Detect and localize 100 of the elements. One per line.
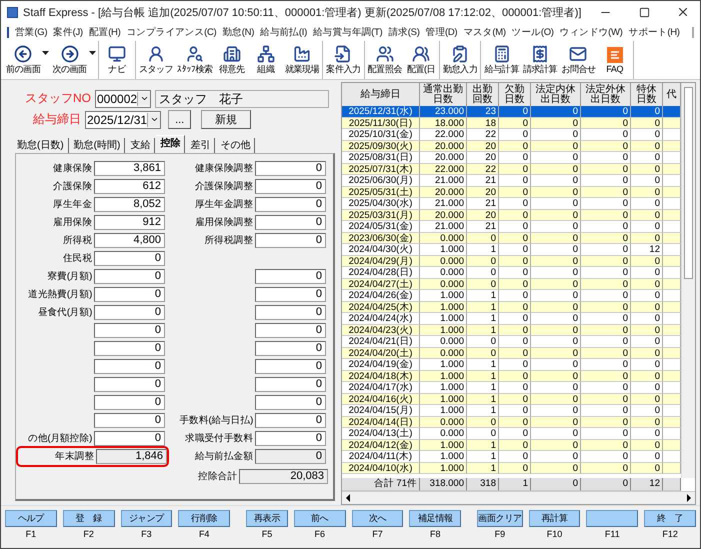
menu-item[interactable]: 営業(G) [15, 26, 48, 38]
new-button[interactable]: 新規 [201, 110, 252, 129]
amount-field[interactable]: 0 [94, 340, 165, 356]
menu-item[interactable]: 案件(J) [53, 26, 83, 38]
function-key-button[interactable]: 終 了 [644, 510, 696, 527]
pay-date-dropdown[interactable]: 2025/12/31 [85, 110, 162, 128]
menu-item[interactable]: 管理(D) [426, 26, 458, 38]
toolbar-button[interactable]: 次の画面 [50, 41, 97, 79]
horizontal-scrollbar[interactable] [342, 491, 695, 504]
amount-field[interactable]: 0 [94, 358, 165, 374]
browse-button[interactable]: ... [168, 110, 192, 129]
toolbar-button[interactable]: お問合せ [559, 41, 598, 79]
function-key-button[interactable]: 前へ [294, 510, 346, 527]
caret-icon[interactable] [42, 51, 50, 55]
column-header[interactable]: 特休 日数 [631, 83, 663, 107]
amount-field[interactable]: 0 [94, 268, 165, 284]
amount-field[interactable]: 0 [255, 412, 326, 428]
amount-field[interactable]: 0 [255, 322, 326, 338]
toolbar-button[interactable]: 配置照会 [366, 41, 404, 79]
toolbar-button[interactable]: 就業現場 [282, 41, 322, 79]
chevron-down-icon[interactable] [150, 115, 159, 124]
toolbar-button[interactable]: FAQ [598, 41, 632, 79]
amount-field[interactable]: 0 [255, 178, 326, 194]
toolbar-button[interactable]: 勤怠入力 [441, 41, 480, 79]
menu-item[interactable]: 配置(H) [88, 26, 120, 38]
toolbar-button[interactable]: 前の画面 [4, 41, 50, 79]
table-cell: 0 [581, 451, 631, 462]
amount-field[interactable]: 0 [94, 412, 165, 428]
menu-item[interactable]: マスタ(M) [463, 26, 506, 38]
toolbar-button[interactable]: スタッフ [136, 41, 176, 79]
column-header[interactable]: 通常出勤 日数 [420, 83, 467, 107]
function-key-button[interactable]: 補足情報 [409, 510, 462, 527]
amount-field[interactable]: 0 [255, 214, 326, 230]
column-header[interactable]: 法定外休 出日数 [581, 83, 631, 107]
amount-field[interactable]: 0 [255, 358, 326, 374]
menu-item[interactable]: コンプライアンス(C) [126, 26, 216, 38]
function-key-button[interactable] [586, 510, 638, 527]
menu-item[interactable]: ツール(O) [512, 26, 554, 38]
function-key-button[interactable]: 次へ [352, 510, 404, 527]
toolbar-button[interactable]: ｽﾀｯﾌ検索 [175, 41, 215, 79]
column-header[interactable]: 欠勤 日数 [499, 83, 531, 107]
function-key-button[interactable]: 行削除 [178, 510, 230, 527]
staff-number-dropdown[interactable]: 000002 [95, 90, 152, 108]
function-key-button[interactable]: 再表示 [246, 510, 288, 527]
toolbar-button[interactable]: 組織 [248, 41, 283, 79]
table-cell: 1 [467, 370, 499, 382]
table-cell: 2024/04/19(金) [342, 359, 420, 370]
toolbar-button[interactable]: 得意先 [214, 41, 249, 79]
amount-field[interactable]: 0 [255, 376, 326, 392]
amount-field[interactable]: 0 [255, 340, 326, 356]
toolbar-button[interactable]: ナビ [100, 41, 134, 79]
toolbar-button[interactable]: 案件入力 [324, 41, 363, 79]
caret-icon[interactable] [88, 51, 96, 55]
amount-field[interactable]: 0 [255, 430, 326, 446]
menu-item[interactable]: 勤怠(N) [222, 26, 254, 38]
menu-item[interactable]: 給与前払(I) [260, 26, 307, 38]
column-header[interactable]: 給与締日 [342, 83, 420, 107]
chevron-down-icon[interactable] [140, 94, 149, 103]
column-header[interactable]: 法定内休 出日数 [531, 83, 581, 107]
table-cell: 0 [499, 140, 531, 152]
amount-field[interactable]: 0 [255, 160, 326, 176]
amount-field[interactable]: 0 [94, 250, 165, 266]
amount-field[interactable]: 8,052 [94, 196, 165, 212]
amount-field[interactable]: 0 [94, 430, 165, 446]
amount-field[interactable]: 0 [94, 376, 165, 392]
function-key-button[interactable]: ジャンプ [120, 510, 172, 527]
table-cell: 0 [531, 359, 581, 370]
scroll-left-icon[interactable] [344, 494, 352, 502]
menu-item[interactable]: 請求(S) [388, 26, 420, 38]
function-key-button[interactable]: ヘルプ [5, 510, 57, 527]
amount-field[interactable]: 0 [94, 304, 165, 320]
amount-field[interactable]: 612 [94, 178, 165, 194]
amount-field[interactable]: 912 [94, 214, 165, 230]
function-key-button[interactable]: 登 録 [62, 510, 115, 527]
column-header[interactable]: 出勤 回数 [467, 83, 499, 107]
vertical-scrollbar[interactable] [681, 83, 695, 478]
menu-item[interactable]: 給与賞与年調(T) [312, 26, 382, 38]
toolbar-button[interactable]: 請求計算 [520, 41, 560, 79]
amount-field[interactable]: 0 [255, 304, 326, 320]
amount-field[interactable]: 0 [255, 196, 326, 212]
amount-field[interactable]: 0 [255, 232, 326, 248]
amount-field[interactable]: 0 [255, 394, 326, 410]
tab[interactable]: 控除 [156, 135, 186, 153]
amount-field[interactable]: 0 [94, 286, 165, 302]
column-header[interactable]: 代 [663, 83, 681, 107]
amount-field[interactable]: 0 [255, 268, 326, 284]
scroll-right-icon[interactable] [685, 494, 693, 502]
menu-item[interactable]: サポート(H) [628, 26, 680, 38]
function-key-label: F7 [372, 529, 383, 539]
amount-field[interactable]: 0 [94, 394, 165, 410]
function-key-button[interactable]: 画面クリア [477, 510, 523, 527]
toolbar-button[interactable]: 配置(日 [404, 41, 438, 79]
amount-field[interactable]: 0 [94, 322, 165, 338]
toolbar-button[interactable]: 給与計算 [482, 41, 521, 79]
amount-field[interactable]: 3,861 [94, 160, 165, 176]
amount-field[interactable]: 4,800 [94, 232, 165, 248]
amount-field[interactable]: 0 [255, 286, 326, 302]
function-key-button[interactable]: 再計算 [528, 510, 580, 527]
menu-item[interactable]: ウィンドウ(W) [560, 26, 623, 38]
person-search-icon [186, 44, 204, 62]
